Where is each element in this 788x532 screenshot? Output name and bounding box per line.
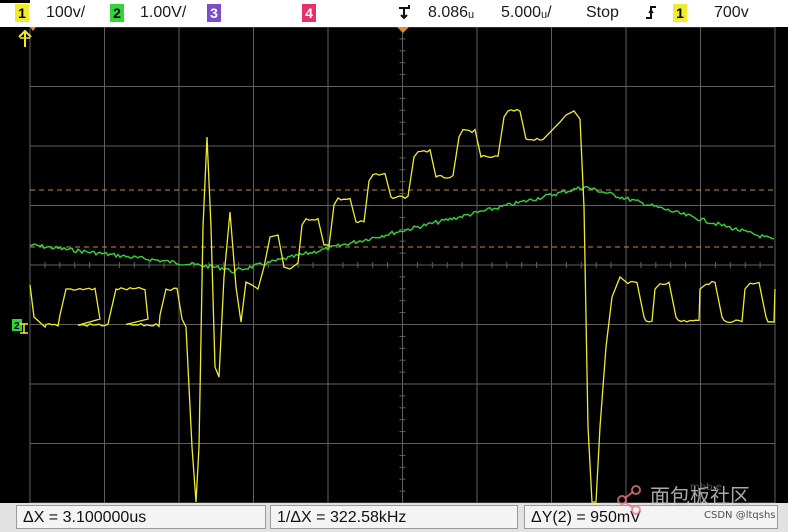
ch2-badge[interactable]: 2 xyxy=(110,4,124,22)
graticule xyxy=(29,27,776,503)
run-state[interactable]: Stop xyxy=(586,4,619,22)
trigger-level-arrow-icon xyxy=(18,29,32,47)
trigger-source-badge[interactable]: 1 xyxy=(673,4,687,22)
waveform-canvas: 2 xyxy=(12,27,776,503)
delay-marker-icon xyxy=(397,2,411,22)
ch2-scale: 1.00V/ xyxy=(140,4,187,21)
ch4-badge[interactable]: 4 xyxy=(302,4,316,22)
inverse-delta-x-readout[interactable]: 1/ΔX = 322.58kHz xyxy=(270,505,518,529)
delta-x-readout[interactable]: ΔX = 3.100000us xyxy=(16,505,266,529)
svg-text:2: 2 xyxy=(14,321,20,332)
rising-edge-icon xyxy=(644,3,658,23)
ch2-ground-marker: 2 xyxy=(12,319,22,332)
ch1-scale: 100ᴠ/ xyxy=(46,4,86,21)
watermark-logo-icon xyxy=(617,485,641,515)
corner-mark xyxy=(0,0,30,3)
status-bar: 1 100ᴠ/ 2 1.00V/ 3 4 8.086ᵤ 5.000ᵤ/ Stop… xyxy=(0,0,788,27)
waveform-display: 2 xyxy=(0,27,788,503)
watermark-faint-text: mbb.e xyxy=(690,482,722,493)
timebase-value: 5.000ᵤ/ xyxy=(501,4,552,21)
delay-value: 8.086ᵤ xyxy=(428,4,475,21)
ch3-badge[interactable]: 3 xyxy=(207,4,221,22)
trigger-position-marker xyxy=(397,27,409,33)
ch1-badge[interactable]: 1 xyxy=(15,4,29,22)
oscilloscope-screenshot: 1 100ᴠ/ 2 1.00V/ 3 4 8.086ᵤ 5.000ᵤ/ Stop… xyxy=(0,0,788,532)
trigger-level: 700ᴠ xyxy=(714,4,749,21)
watermark-author: CSDN @ltqshs xyxy=(704,510,776,521)
left-edge-marker xyxy=(30,27,36,31)
